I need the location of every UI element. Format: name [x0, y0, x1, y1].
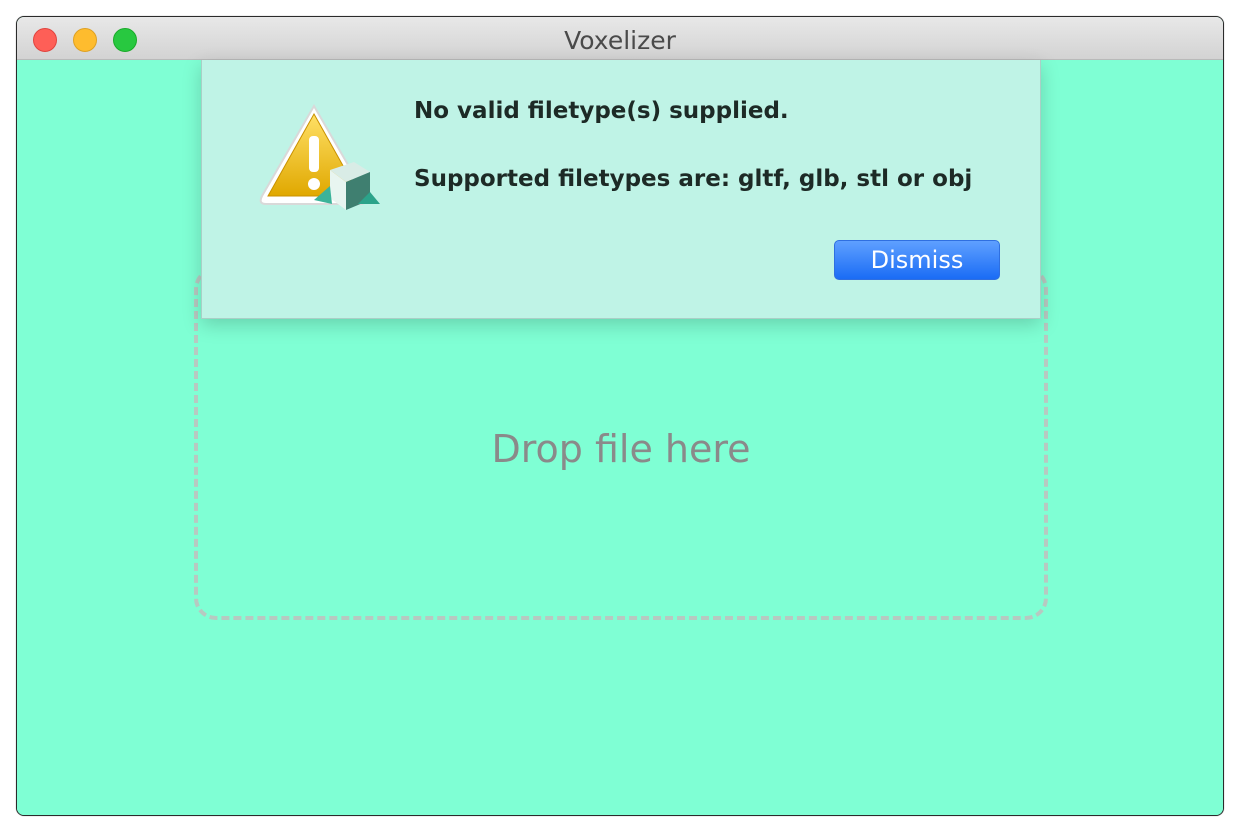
file-drop-zone[interactable]: Drop file here [194, 267, 1048, 620]
title-bar[interactable]: Voxelizer [17, 17, 1223, 60]
error-message: No valid filetype(s) supplied. [414, 98, 789, 124]
window-title: Voxelizer [564, 26, 676, 55]
main-content: Drop file here No valid filetype(s) supp… [17, 60, 1223, 815]
supported-filetypes-message: Supported filetypes are: gltf, glb, stl … [414, 166, 973, 192]
warning-icon [259, 104, 380, 210]
app-window: Voxelizer Drop file here No valid filety… [16, 16, 1224, 816]
dismiss-button[interactable]: Dismiss [834, 240, 1000, 280]
drop-zone-label: Drop file here [491, 427, 751, 471]
alert-dialog: No valid filetype(s) supplied. Supported… [201, 60, 1041, 319]
